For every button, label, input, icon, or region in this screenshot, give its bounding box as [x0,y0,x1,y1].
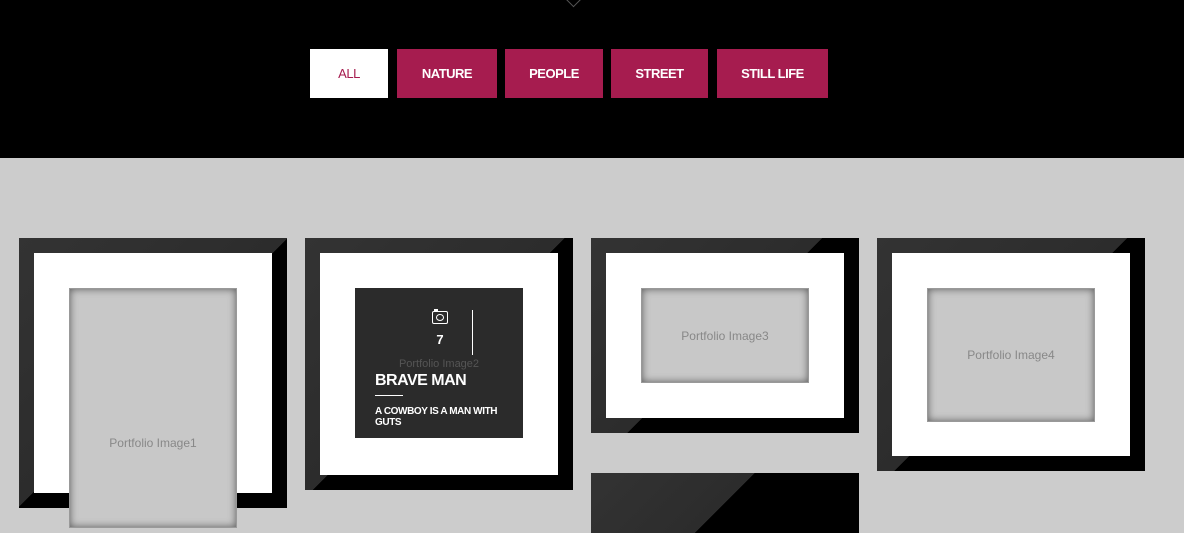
item-title[interactable]: BRAVE MAN [375,372,467,390]
title-underline [375,395,403,396]
portfolio-image-3[interactable]: Portfolio Image3 [641,288,809,383]
portfolio-item-3[interactable]: Portfolio Image3 [591,238,859,433]
portfolio-item-2[interactable]: Portfolio Image2 7 BRAVE MAN A COWBOY IS… [305,238,573,490]
picture-mat: Portfolio Image4 [892,253,1130,456]
photo-count: 7 [436,332,444,347]
portfolio-item-5[interactable] [591,473,859,533]
image-alt-text: Portfolio Image3 [681,328,769,343]
filter-nature-button[interactable]: NATURE [397,49,497,98]
hover-overlay[interactable]: Portfolio Image2 7 BRAVE MAN A COWBOY IS… [355,288,523,438]
portfolio-item-1[interactable]: Portfolio Image1 [19,238,287,528]
header-band: ALL NATURE PEOPLE STREET STILL LIFE [0,0,1184,158]
filter-all-button[interactable]: ALL [310,49,388,98]
camera-icon [432,309,448,324]
picture-mat: Portfolio Image3 [606,253,844,418]
image-alt-text: Portfolio Image2 [398,358,480,370]
picture-mat: Portfolio Image2 7 BRAVE MAN A COWBOY IS… [320,253,558,475]
portfolio-item-4[interactable]: Portfolio Image4 [877,238,1145,471]
filter-people-button[interactable]: PEOPLE [505,49,603,98]
image-alt-text: Portfolio Image4 [967,348,1055,362]
picture-mat: Portfolio Image1 [34,253,272,528]
portfolio-image-1[interactable]: Portfolio Image1 [69,288,237,528]
item-subtitle: A COWBOY IS A MAN WITH GUTS [375,406,498,428]
filter-still-life-button[interactable]: STILL LIFE [717,49,828,98]
divider [472,310,473,355]
image-alt-text: Portfolio Image1 [109,436,197,450]
dropdown-indicator-icon [565,0,582,8]
portfolio-image-4[interactable]: Portfolio Image4 [927,288,1095,422]
filter-street-button[interactable]: STREET [611,49,708,98]
